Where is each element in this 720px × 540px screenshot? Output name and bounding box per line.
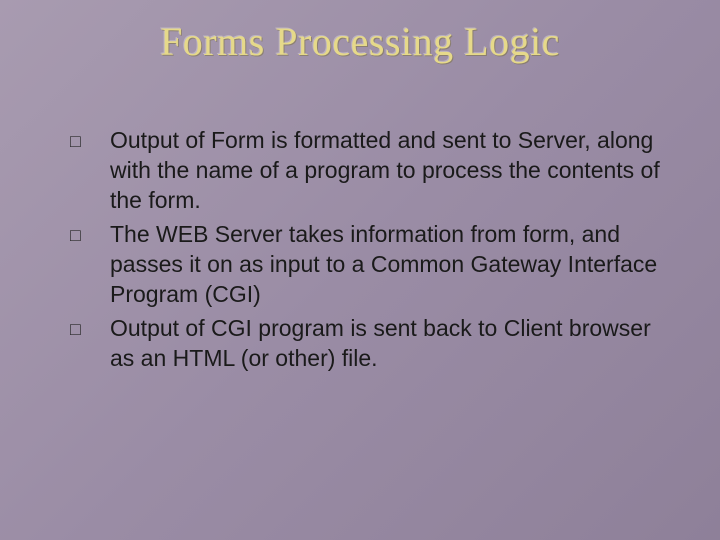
slide-title: Forms Processing Logic <box>60 18 660 65</box>
list-item: □ Output of Form is formatted and sent t… <box>70 125 660 215</box>
list-item: □ The WEB Server takes information from … <box>70 219 660 309</box>
bullet-icon: □ <box>70 313 110 344</box>
slide: Forms Processing Logic □ Output of Form … <box>0 0 720 540</box>
bullet-text: The WEB Server takes information from fo… <box>110 219 660 309</box>
bullet-icon: □ <box>70 219 110 250</box>
bullet-list: □ Output of Form is formatted and sent t… <box>60 125 660 373</box>
bullet-icon: □ <box>70 125 110 156</box>
bullet-text: Output of Form is formatted and sent to … <box>110 125 660 215</box>
list-item: □ Output of CGI program is sent back to … <box>70 313 660 373</box>
bullet-text: Output of CGI program is sent back to Cl… <box>110 313 660 373</box>
